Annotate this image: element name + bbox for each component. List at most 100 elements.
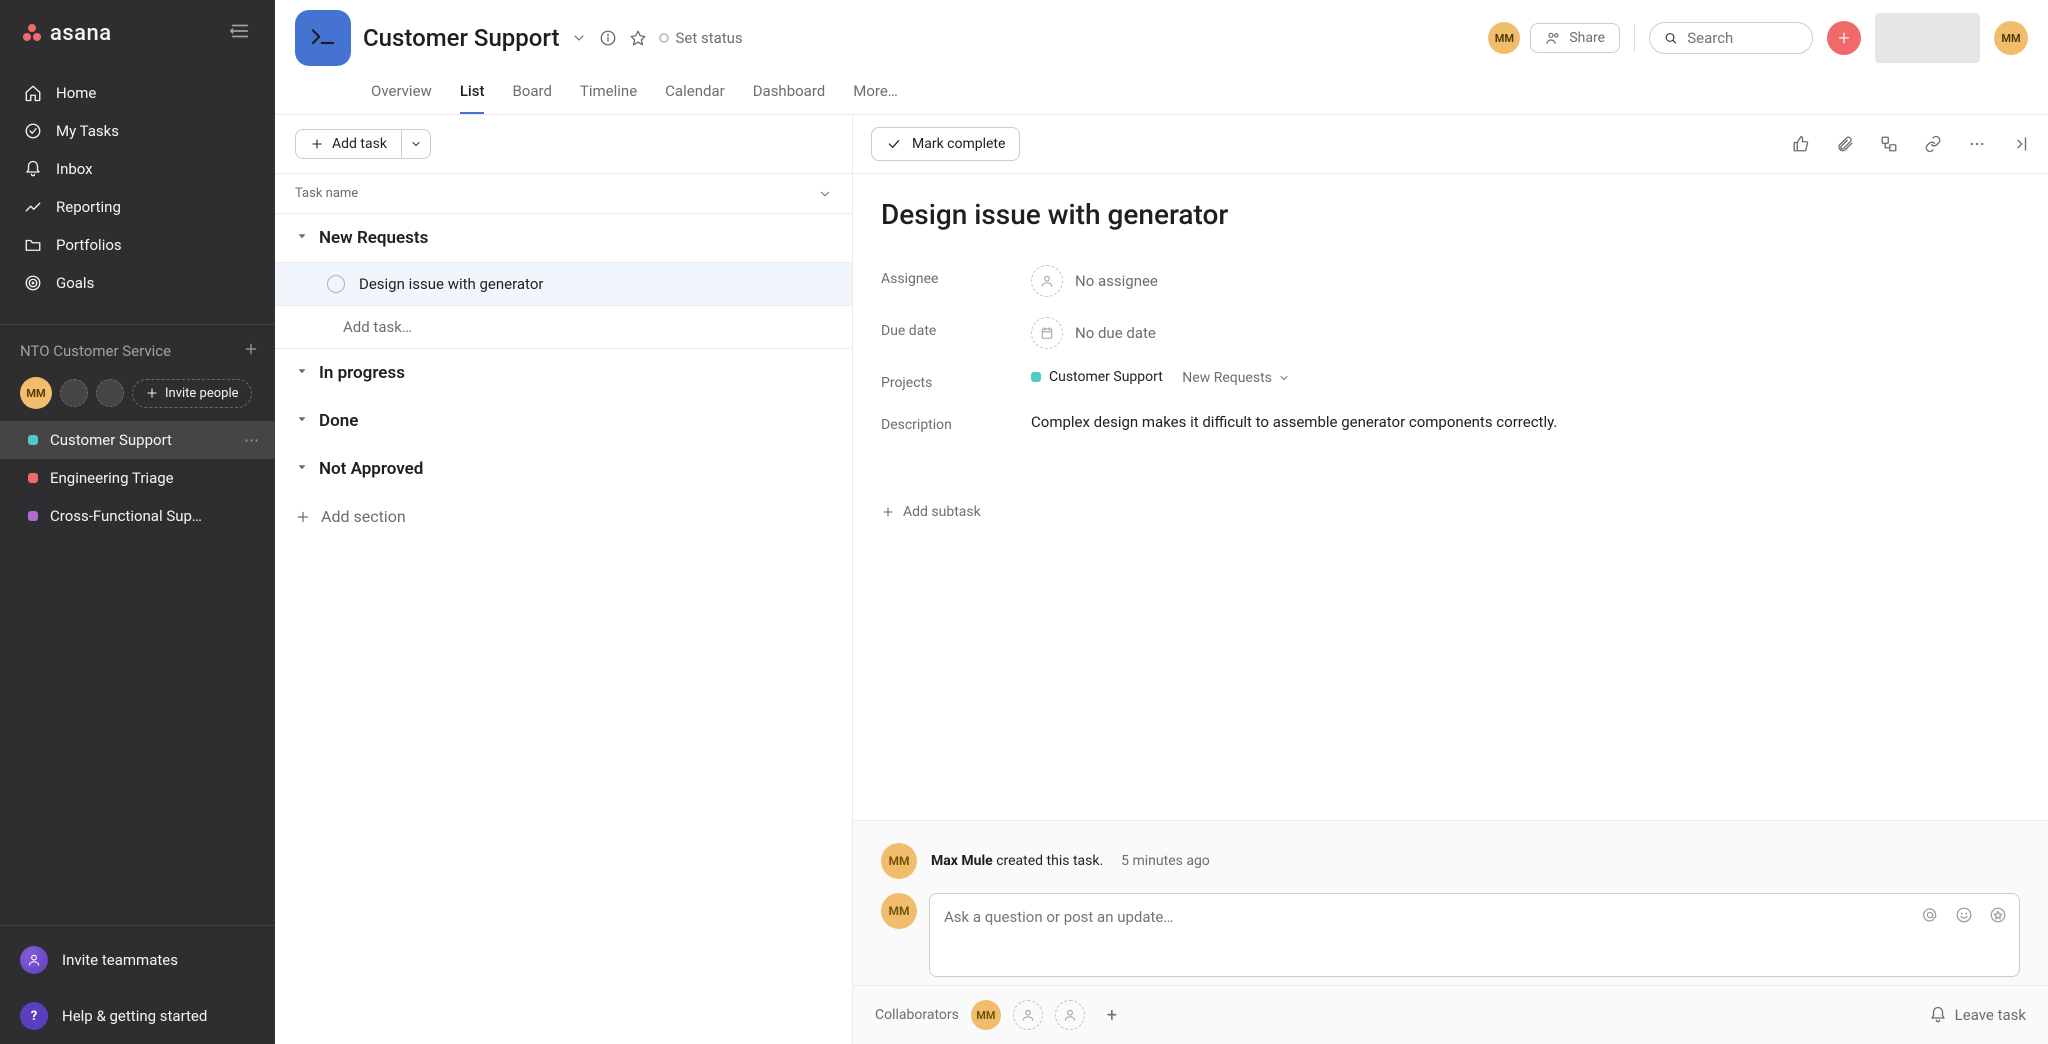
nav-portfolios[interactable]: Portfolios — [8, 226, 267, 264]
at-icon — [1921, 906, 1939, 924]
project-item-engineering-triage[interactable]: Engineering Triage — [0, 459, 275, 497]
comment-input-box[interactable] — [929, 893, 2020, 977]
project-tag[interactable]: Customer Support — [1031, 369, 1163, 385]
mention-button[interactable] — [1921, 906, 1939, 928]
subtask-icon — [1880, 135, 1898, 153]
appreciation-button[interactable] — [1989, 906, 2007, 928]
activity-avatar[interactable]: MM — [881, 843, 917, 879]
more-actions-button[interactable] — [1968, 135, 1986, 153]
add-collaborator-slot[interactable] — [1055, 1000, 1085, 1030]
column-header-row: Task name — [275, 173, 852, 214]
like-button[interactable] — [1792, 135, 1810, 153]
share-button[interactable]: Share — [1530, 23, 1620, 53]
duedate-field[interactable]: No due date — [1031, 317, 2020, 349]
activity-timestamp: 5 minutes ago — [1121, 853, 1210, 869]
help-icon: ? — [20, 1002, 48, 1030]
section-name: In progress — [319, 363, 405, 383]
emoji-button[interactable] — [1955, 906, 1973, 928]
team-header[interactable]: NTO Customer Service — [0, 331, 275, 371]
tab-board[interactable]: Board — [512, 78, 551, 114]
section-toggle[interactable] — [295, 364, 309, 382]
add-collaborator-button[interactable]: + — [1097, 1000, 1127, 1030]
subtask-button[interactable] — [1880, 135, 1898, 153]
tab-calendar[interactable]: Calendar — [665, 78, 725, 114]
section-toggle[interactable] — [295, 460, 309, 478]
tab-dashboard[interactable]: Dashboard — [753, 78, 826, 114]
section-toggle[interactable] — [295, 229, 309, 247]
column-menu-button[interactable] — [818, 187, 832, 201]
folder-icon — [24, 236, 42, 254]
copy-link-button[interactable] — [1924, 135, 1942, 153]
invite-people-button[interactable]: Invite people — [132, 379, 252, 408]
leave-task-label: Leave task — [1955, 1006, 2026, 1024]
add-task-button[interactable]: Add task — [295, 129, 431, 159]
invite-teammates-button[interactable]: Invite teammates — [0, 932, 275, 988]
member-avatar[interactable]: MM — [1488, 22, 1520, 54]
quick-add-button[interactable]: + — [1827, 21, 1861, 55]
project-more-button[interactable]: ⋯ — [244, 431, 259, 449]
project-label: Cross-Functional Sup… — [50, 507, 202, 525]
nav-reporting[interactable]: Reporting — [8, 188, 267, 226]
nav-goals[interactable]: Goals — [8, 264, 267, 302]
project-icon[interactable] — [295, 10, 351, 66]
avatar[interactable]: MM — [20, 377, 52, 409]
avatar-empty[interactable] — [60, 379, 88, 407]
mark-complete-button[interactable]: Mark complete — [871, 127, 1020, 161]
user-avatar[interactable]: MM — [1994, 21, 2028, 55]
add-task-inline[interactable]: Add task… — [275, 306, 852, 349]
section-done[interactable]: Done — [275, 397, 852, 445]
tab-list[interactable]: List — [460, 78, 485, 114]
project-item-cross-functional[interactable]: Cross-Functional Sup… — [0, 497, 275, 535]
add-subtask-button[interactable]: Add subtask — [881, 504, 2020, 520]
comment-input[interactable] — [944, 908, 2005, 926]
more-icon — [1968, 135, 1986, 153]
add-collaborator-slot[interactable] — [1013, 1000, 1043, 1030]
section-new-requests[interactable]: New Requests — [275, 214, 852, 262]
add-section-button[interactable]: Add section — [275, 493, 852, 540]
people-icon — [1545, 30, 1561, 46]
set-status-button[interactable]: Set status — [659, 29, 742, 47]
project-title[interactable]: Customer Support — [363, 24, 559, 52]
section-name: Done — [319, 411, 358, 431]
description-field[interactable]: Complex design makes it difficult to ass… — [1031, 411, 2020, 434]
add-team-button[interactable] — [243, 341, 259, 361]
share-label: Share — [1569, 30, 1605, 46]
avatar-empty[interactable] — [96, 379, 124, 407]
brand-logo[interactable]: asana — [20, 21, 112, 46]
caret-down-icon — [295, 460, 309, 474]
section-not-approved[interactable]: Not Approved — [275, 445, 852, 493]
project-dropdown-button[interactable] — [571, 30, 587, 46]
task-row[interactable]: Design issue with generator — [275, 262, 852, 306]
search-input[interactable] — [1687, 29, 1798, 47]
assignee-label: Assignee — [881, 265, 1011, 287]
search-box[interactable] — [1649, 22, 1813, 54]
nav-inbox[interactable]: Inbox — [8, 150, 267, 188]
person-icon — [1031, 265, 1063, 297]
tab-more[interactable]: More… — [853, 78, 898, 114]
section-dropdown[interactable]: New Requests — [1182, 370, 1290, 386]
plus-icon — [145, 386, 159, 400]
collaborators-label: Collaborators — [875, 1007, 959, 1023]
tab-timeline[interactable]: Timeline — [580, 78, 637, 114]
collapse-sidebar-button[interactable] — [225, 16, 255, 50]
project-info-button[interactable] — [599, 29, 617, 47]
nav-mytasks[interactable]: My Tasks — [8, 112, 267, 150]
leave-task-button[interactable]: Leave task — [1929, 1006, 2026, 1024]
task-complete-checkbox[interactable] — [327, 275, 345, 293]
close-detail-button[interactable] — [2012, 135, 2030, 153]
comment-avatar: MM — [881, 893, 917, 929]
add-task-dropdown[interactable] — [401, 130, 430, 158]
section-toggle[interactable] — [295, 412, 309, 430]
section-in-progress[interactable]: In progress — [275, 349, 852, 397]
nav-label: Inbox — [56, 160, 93, 178]
task-title[interactable]: Design issue with generator — [881, 198, 2020, 231]
nav-home[interactable]: Home — [8, 74, 267, 112]
help-button[interactable]: ? Help & getting started — [0, 988, 275, 1044]
tab-overview[interactable]: Overview — [371, 78, 432, 114]
collaborator-avatar[interactable]: MM — [971, 1000, 1001, 1030]
nav-label: My Tasks — [56, 122, 119, 140]
favorite-button[interactable] — [629, 29, 647, 47]
assignee-field[interactable]: No assignee — [1031, 265, 2020, 297]
project-item-customer-support[interactable]: Customer Support ⋯ — [0, 421, 275, 459]
attachment-button[interactable] — [1836, 135, 1854, 153]
